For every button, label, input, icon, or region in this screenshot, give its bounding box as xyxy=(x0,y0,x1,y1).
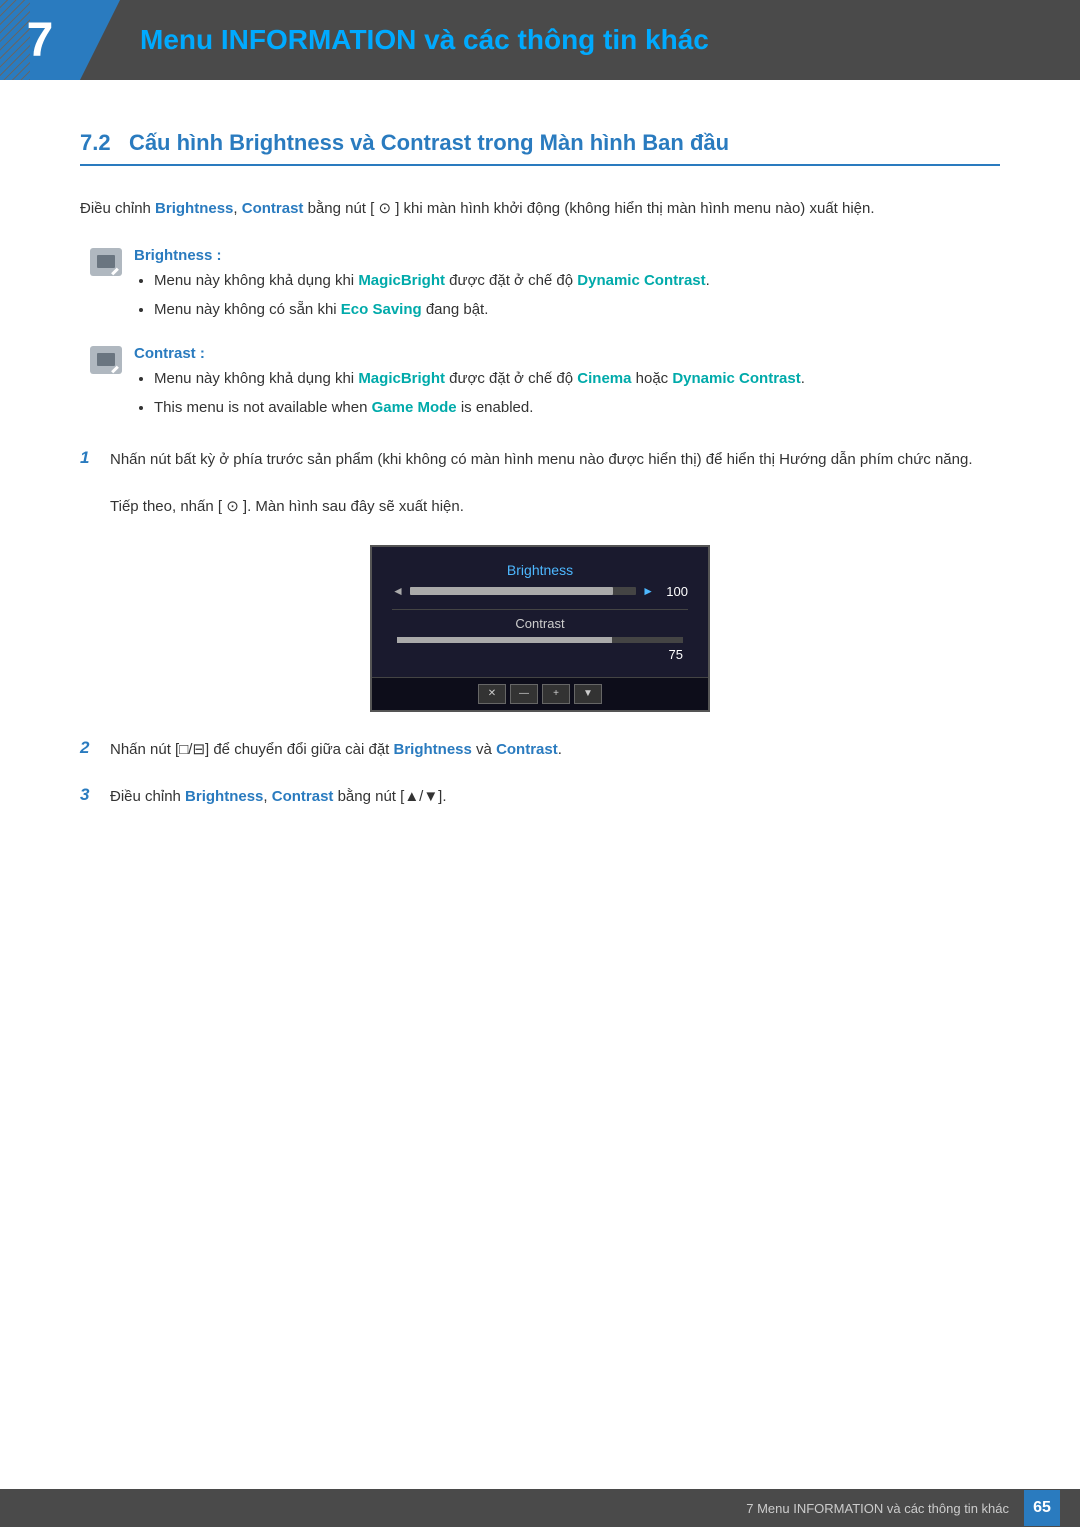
contrast-slider-fill xyxy=(397,637,612,643)
header-banner: 7 Menu INFORMATION và các thông tin khác xyxy=(0,0,1080,80)
intro-contrast-word: Contrast xyxy=(242,200,304,217)
note-brightness-title: Brightness : xyxy=(134,247,1000,264)
list-item: This menu is not available when Game Mod… xyxy=(154,396,1000,420)
brightness-slider-container: ◄ ► 100 xyxy=(392,584,688,599)
section-heading: 7.2 Cấu hình Brightness và Contrast tron… xyxy=(80,130,1000,166)
cinema-label: Cinema xyxy=(577,370,631,387)
page-footer: 7 Menu INFORMATION và các thông tin khác… xyxy=(0,1489,1080,1527)
footer-text: 7 Menu INFORMATION và các thông tin khác xyxy=(746,1501,1009,1516)
section-title: Cấu hình Brightness và Contrast trong Mà… xyxy=(129,130,729,155)
step-3-text: Điều chỉnh Brightness, Contrast bằng nút… xyxy=(110,784,1000,810)
slider-arrow-right: ► xyxy=(642,584,654,598)
contrast-section: Contrast 75 xyxy=(392,616,688,662)
step-2-text: Nhấn nút [□/⊟] để chuyển đổi giữa cài đặ… xyxy=(110,737,1000,763)
section-number: 7.2 xyxy=(80,130,111,155)
slider-arrow-left: ◄ xyxy=(392,584,404,598)
monitor-ui-screenshot: Brightness ◄ ► 100 Contrast 75 xyxy=(370,545,710,712)
dynamic-contrast-label-2: Dynamic Contrast xyxy=(672,370,800,387)
step-3: 3 Điều chỉnh Brightness, Contrast bằng n… xyxy=(80,784,1000,810)
step-3-number: 3 xyxy=(80,785,98,805)
list-item: Menu này không có sẵn khi Eco Saving đan… xyxy=(154,298,1000,322)
note-brightness-icon xyxy=(90,248,122,276)
note-pencil-decoration-2 xyxy=(111,365,119,373)
step-1-number: 1 xyxy=(80,448,98,468)
step2-contrast: Contrast xyxy=(496,741,558,758)
brightness-label: Brightness xyxy=(392,562,688,578)
brightness-slider-track xyxy=(410,587,636,595)
ui-divider xyxy=(392,609,688,610)
header-hatch-decoration xyxy=(0,0,30,80)
step-1-text: Nhấn nút bất kỳ ở phía trước sản phẩm (k… xyxy=(110,447,1000,473)
step2-brightness: Brightness xyxy=(394,741,472,758)
chapter-number: 7 xyxy=(27,13,54,68)
main-content: 7.2 Cấu hình Brightness và Contrast tron… xyxy=(0,80,1080,912)
brightness-section: Brightness ◄ ► 100 xyxy=(392,562,688,599)
monitor-btn-plus: + xyxy=(542,684,570,704)
intro-brightness-word: Brightness xyxy=(155,200,233,217)
monitor-btn-down: ▼ xyxy=(574,684,602,704)
list-item: Menu này không khả dụng khi MagicBright … xyxy=(154,269,1000,293)
note-brightness: Brightness : Menu này không khả dụng khi… xyxy=(90,247,1000,327)
contrast-slider-track xyxy=(397,637,683,643)
list-item: Menu này không khả dụng khi MagicBright … xyxy=(154,367,1000,391)
magicbright-label: MagicBright xyxy=(358,272,445,289)
brightness-value: 100 xyxy=(660,584,688,599)
step-2-number: 2 xyxy=(80,738,98,758)
game-mode-label: Game Mode xyxy=(372,399,457,416)
monitor-buttons: ✕ — + ▼ xyxy=(372,677,708,710)
monitor-ui-inner: Brightness ◄ ► 100 Contrast 75 xyxy=(372,547,708,677)
contrast-label: Contrast xyxy=(392,616,688,631)
header-diagonal-decoration xyxy=(80,0,120,80)
note-brightness-content: Brightness : Menu này không khả dụng khi… xyxy=(134,247,1000,327)
note-contrast-icon xyxy=(90,346,122,374)
note-pencil-decoration xyxy=(111,267,119,275)
step3-contrast: Contrast xyxy=(272,788,334,805)
note-contrast-title: Contrast : xyxy=(134,345,1000,362)
step-2: 2 Nhấn nút [□/⊟] để chuyển đổi giữa cài … xyxy=(80,737,1000,763)
intro-paragraph: Điều chỉnh Brightness, Contrast bằng nút… xyxy=(80,196,1000,222)
contrast-value: 75 xyxy=(392,647,688,662)
dynamic-contrast-label: Dynamic Contrast xyxy=(577,272,705,289)
magicbright-label-2: MagicBright xyxy=(358,370,445,387)
eco-saving-label: Eco Saving xyxy=(341,301,422,318)
note-contrast: Contrast : Menu này không khả dụng khi M… xyxy=(90,345,1000,425)
monitor-btn-minus: — xyxy=(510,684,538,704)
note-brightness-list: Menu này không khả dụng khi MagicBright … xyxy=(134,269,1000,322)
monitor-btn-x: ✕ xyxy=(478,684,506,704)
header-title: Menu INFORMATION và các thông tin khác xyxy=(120,24,709,56)
step-1-subtext: Tiếp theo, nhấn [ ⊙ ]. Màn hình sau đây … xyxy=(110,494,1000,520)
note-contrast-list: Menu này không khả dụng khi MagicBright … xyxy=(134,367,1000,420)
step3-brightness: Brightness xyxy=(185,788,263,805)
step-1: 1 Nhấn nút bất kỳ ở phía trước sản phẩm … xyxy=(80,447,1000,473)
brightness-slider-fill xyxy=(410,587,614,595)
footer-page-number: 65 xyxy=(1024,1490,1060,1526)
note-contrast-content: Contrast : Menu này không khả dụng khi M… xyxy=(134,345,1000,425)
